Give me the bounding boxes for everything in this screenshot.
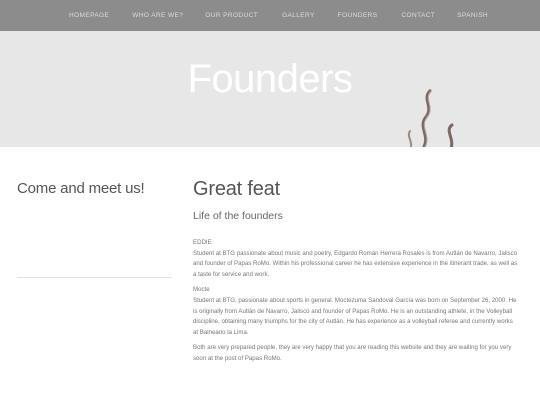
text-line: Both are very prepared people, they are …	[193, 344, 512, 352]
content-subtitle: Life of the founders	[193, 210, 283, 222]
nav-item-homepage[interactable]: HOMEPAGE	[69, 12, 109, 19]
content-title: Great feat	[193, 178, 280, 200]
sidebar-heading: Come and meet us!	[17, 180, 145, 197]
founder-eddie: EDDIE Student at BTG passionate about mu…	[193, 238, 523, 280]
nav-item-spanish[interactable]: SPANISH	[457, 12, 488, 19]
nav-item-contact[interactable]: CONTACT	[401, 12, 435, 19]
nav-item-gallery[interactable]: GALLERY	[282, 12, 315, 19]
founder-name-eddie: EDDIE	[193, 239, 212, 246]
sidebar-divider	[17, 277, 172, 278]
text-line: is originally from Autlán de Navarro, Ja…	[193, 307, 513, 315]
founder-name-mocte: Mocte	[193, 286, 210, 294]
text-line: Student at BTG passionate about music an…	[193, 249, 518, 257]
steam-icon	[407, 89, 454, 147]
text-line: at Balneario la Lima.	[193, 328, 249, 336]
text-line: a taste for service and work.	[193, 270, 270, 278]
text-line: soon at the post of Papas RoMo.	[193, 354, 282, 362]
closing-paragraph: Both are very prepared people, they are …	[193, 343, 523, 364]
main-content: Great feat Life of the founders EDDIE St…	[193, 178, 523, 365]
nav-item-who-are-we[interactable]: WHO ARE WE?	[132, 12, 183, 19]
founder-mocte: Mocte Student at BTG, passionate about s…	[193, 285, 523, 338]
nav-item-founders[interactable]: FOUNDERS	[338, 12, 378, 19]
nav-item-our-product[interactable]: OUR PRODUCT	[205, 12, 258, 19]
text-line: discipline, obtaining many triumphs for …	[193, 318, 513, 326]
text-line: Student at BTG, passionate about sports …	[193, 296, 517, 304]
nav-menu: HOMEPAGE WHO ARE WE? OUR PRODUCT GALLERY…	[0, 0, 540, 31]
sidebar: Come and meet us!	[17, 180, 172, 278]
hero-banner: Founders	[0, 31, 540, 147]
top-navigation: HOMEPAGE WHO ARE WE? OUR PRODUCT GALLERY…	[0, 0, 540, 31]
text-line: and founder of Papas RoMo. Within his pr…	[193, 260, 518, 268]
